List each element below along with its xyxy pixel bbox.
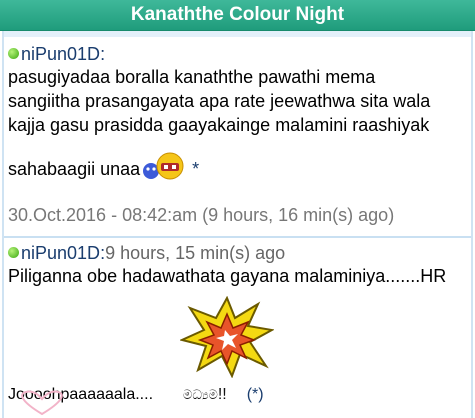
post-header: niPun01D: bbox=[8, 43, 471, 65]
post-text-line: sangiitha prasangayata apa rate jeewathw… bbox=[8, 91, 431, 111]
post-timestamp: 30.Oct.2016 - 08:42:am (9 hours, 16 min(… bbox=[8, 205, 395, 225]
exclaim-text: !! bbox=[217, 386, 227, 403]
post: niPun01D:9 hours, 15 min(s) ago Piligann… bbox=[4, 238, 471, 418]
online-status-icon bbox=[8, 48, 19, 59]
pink-heart-watermark-icon bbox=[21, 390, 63, 416]
post-text-line: kajja gasu prasidda gaayakainge malamini… bbox=[8, 115, 430, 135]
post-header: niPun01D:9 hours, 15 min(s) ago bbox=[8, 242, 471, 264]
signature-line: Joooohpaaaaaala.... මධ්‍යම!! (*) bbox=[8, 386, 471, 404]
page-title: Kanaththe Colour Night bbox=[130, 4, 345, 25]
shy-smiley-icon bbox=[143, 152, 184, 180]
colon: : bbox=[100, 44, 106, 64]
post-body: pasugiyadaa boralla kanaththe pawathi me… bbox=[8, 65, 471, 187]
explosion-burst-icon bbox=[180, 296, 274, 378]
online-status-icon bbox=[8, 247, 19, 258]
post-text-line: pasugiyadaa boralla kanaththe pawathi me… bbox=[8, 67, 376, 87]
page-title-bar: Kanaththe Colour Night bbox=[0, 0, 475, 31]
post-text-line: sahabaagii unaa * bbox=[8, 151, 471, 187]
post-text-line: Piliganna obe hadawathata gayana malamin… bbox=[8, 266, 447, 286]
post-text-line-end: sahabaagii unaa bbox=[8, 159, 141, 179]
post-body: Piliganna obe hadawathata gayana malamin… bbox=[8, 264, 471, 288]
sinhala-text: මධ්‍යම bbox=[183, 387, 218, 402]
posts-panel: niPun01D: pasugiyadaa boralla kanaththe … bbox=[2, 31, 473, 418]
smiley-icons bbox=[142, 151, 186, 187]
username-link[interactable]: niPun01D bbox=[21, 243, 100, 263]
star-link[interactable]: * bbox=[192, 159, 199, 179]
star-link[interactable]: (*) bbox=[247, 386, 264, 403]
post: niPun01D: pasugiyadaa boralla kanaththe … bbox=[4, 31, 471, 238]
username-link[interactable]: niPun01D bbox=[21, 44, 100, 64]
relative-time: 9 hours, 15 min(s) ago bbox=[105, 243, 286, 263]
